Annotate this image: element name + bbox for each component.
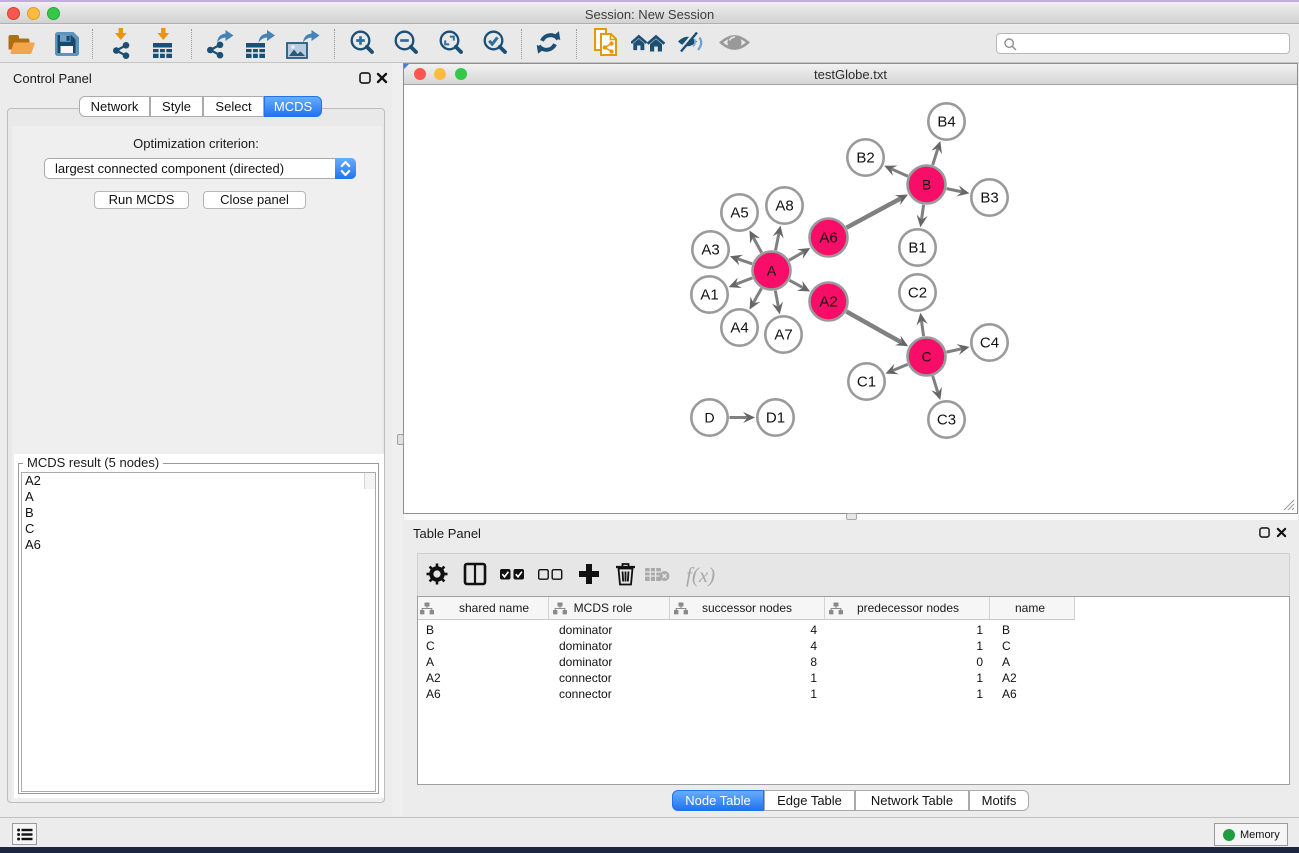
svg-text:A5: A5 [730, 205, 748, 222]
svg-text:C2: C2 [908, 285, 927, 302]
svg-text:A8: A8 [775, 198, 793, 215]
svg-text:A3: A3 [701, 242, 719, 259]
svg-text:B: B [922, 177, 931, 193]
svg-text:A7: A7 [774, 327, 792, 344]
svg-text:B1: B1 [908, 240, 926, 257]
svg-text:B2: B2 [856, 150, 874, 167]
svg-text:D1: D1 [766, 410, 785, 427]
svg-text:A6: A6 [819, 230, 837, 247]
svg-text:C: C [921, 349, 931, 365]
svg-text:D: D [704, 410, 714, 426]
svg-text:C4: C4 [980, 335, 999, 352]
svg-text:B3: B3 [980, 190, 998, 207]
svg-text:C1: C1 [857, 374, 876, 391]
svg-text:A1: A1 [700, 287, 718, 304]
svg-text:A2: A2 [819, 294, 837, 311]
svg-text:A: A [767, 263, 777, 279]
svg-text:A4: A4 [730, 320, 748, 337]
svg-text:B4: B4 [937, 114, 955, 131]
svg-text:C3: C3 [937, 412, 956, 429]
